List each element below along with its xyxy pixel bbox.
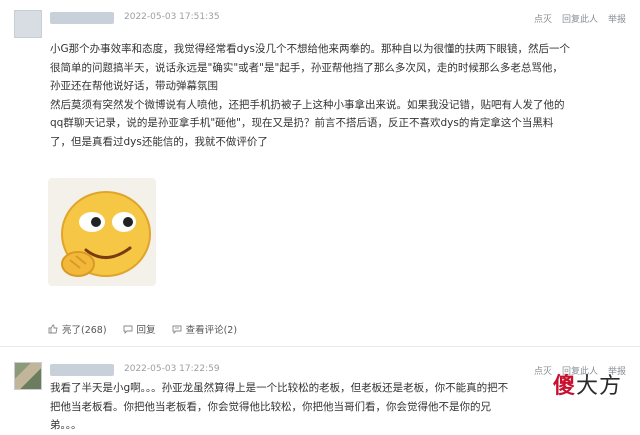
comment-toolbar: 亮了(268) 回复 查看评论(2) (48, 322, 237, 336)
view-replies-label: 查看评论(2) (185, 325, 238, 336)
comment-body: 小G那个办事效率和态度，我觉得经常看dys没几个不想给他来两拳的。那种自以为很懂… (50, 40, 570, 151)
reply-icon (123, 325, 132, 334)
reply-user-button[interactable]: 回复此人 (562, 12, 598, 25)
comment-timestamp: 2022-05-03 17:22:59 (124, 364, 220, 374)
comment-icon (172, 325, 182, 334)
dislike-button[interactable]: 点灭 (534, 364, 552, 377)
report-button[interactable]: 举报 (608, 12, 626, 25)
dislike-button[interactable]: 点灭 (534, 12, 552, 25)
comment-paragraph: 小G那个办事效率和态度，我觉得经常看dys没几个不想给他来两拳的。那种自以为很懂… (50, 43, 570, 92)
watermark-rest: 大方 (575, 374, 622, 399)
watermark-logo: 傻大方 (553, 368, 622, 400)
username-redacted (50, 12, 114, 24)
view-replies-button[interactable]: 查看评论(2) (172, 322, 237, 336)
comment-body: 我看了半天是小g啊。。。孙亚龙虽然算得上是一个比较松的老板，但老板还是老板，你不… (50, 379, 512, 435)
smiley-sticker (48, 178, 156, 286)
comment-paragraph: 我看了半天是小g啊。。。孙亚龙虽然算得上是一个比较松的老板，但老板还是老板，你不… (50, 382, 509, 431)
reply-button[interactable]: 回复 (123, 322, 156, 336)
watermark-first: 傻 (552, 374, 576, 399)
reply-label: 回复 (136, 325, 156, 336)
like-icon (48, 324, 58, 334)
comment-paragraph: 然后莫须有突然发个微博说有人喷他，还把手机扔被子上这种小事拿出来说。如果我没记错… (50, 98, 565, 148)
avatar[interactable] (14, 362, 42, 390)
like-count: 亮了(268) (62, 325, 107, 336)
comment-divider (0, 346, 640, 347)
comment-timestamp: 2022-05-03 17:51:35 (124, 12, 220, 22)
comment-card: 2022-05-03 17:51:35 点灭 回复此人 举报 小G那个办事效率和… (0, 0, 640, 345)
username-redacted (50, 364, 114, 376)
comment-actions: 点灭 回复此人 举报 (534, 12, 626, 25)
avatar[interactable] (14, 10, 42, 38)
like-button[interactable]: 亮了(268) (48, 322, 107, 336)
